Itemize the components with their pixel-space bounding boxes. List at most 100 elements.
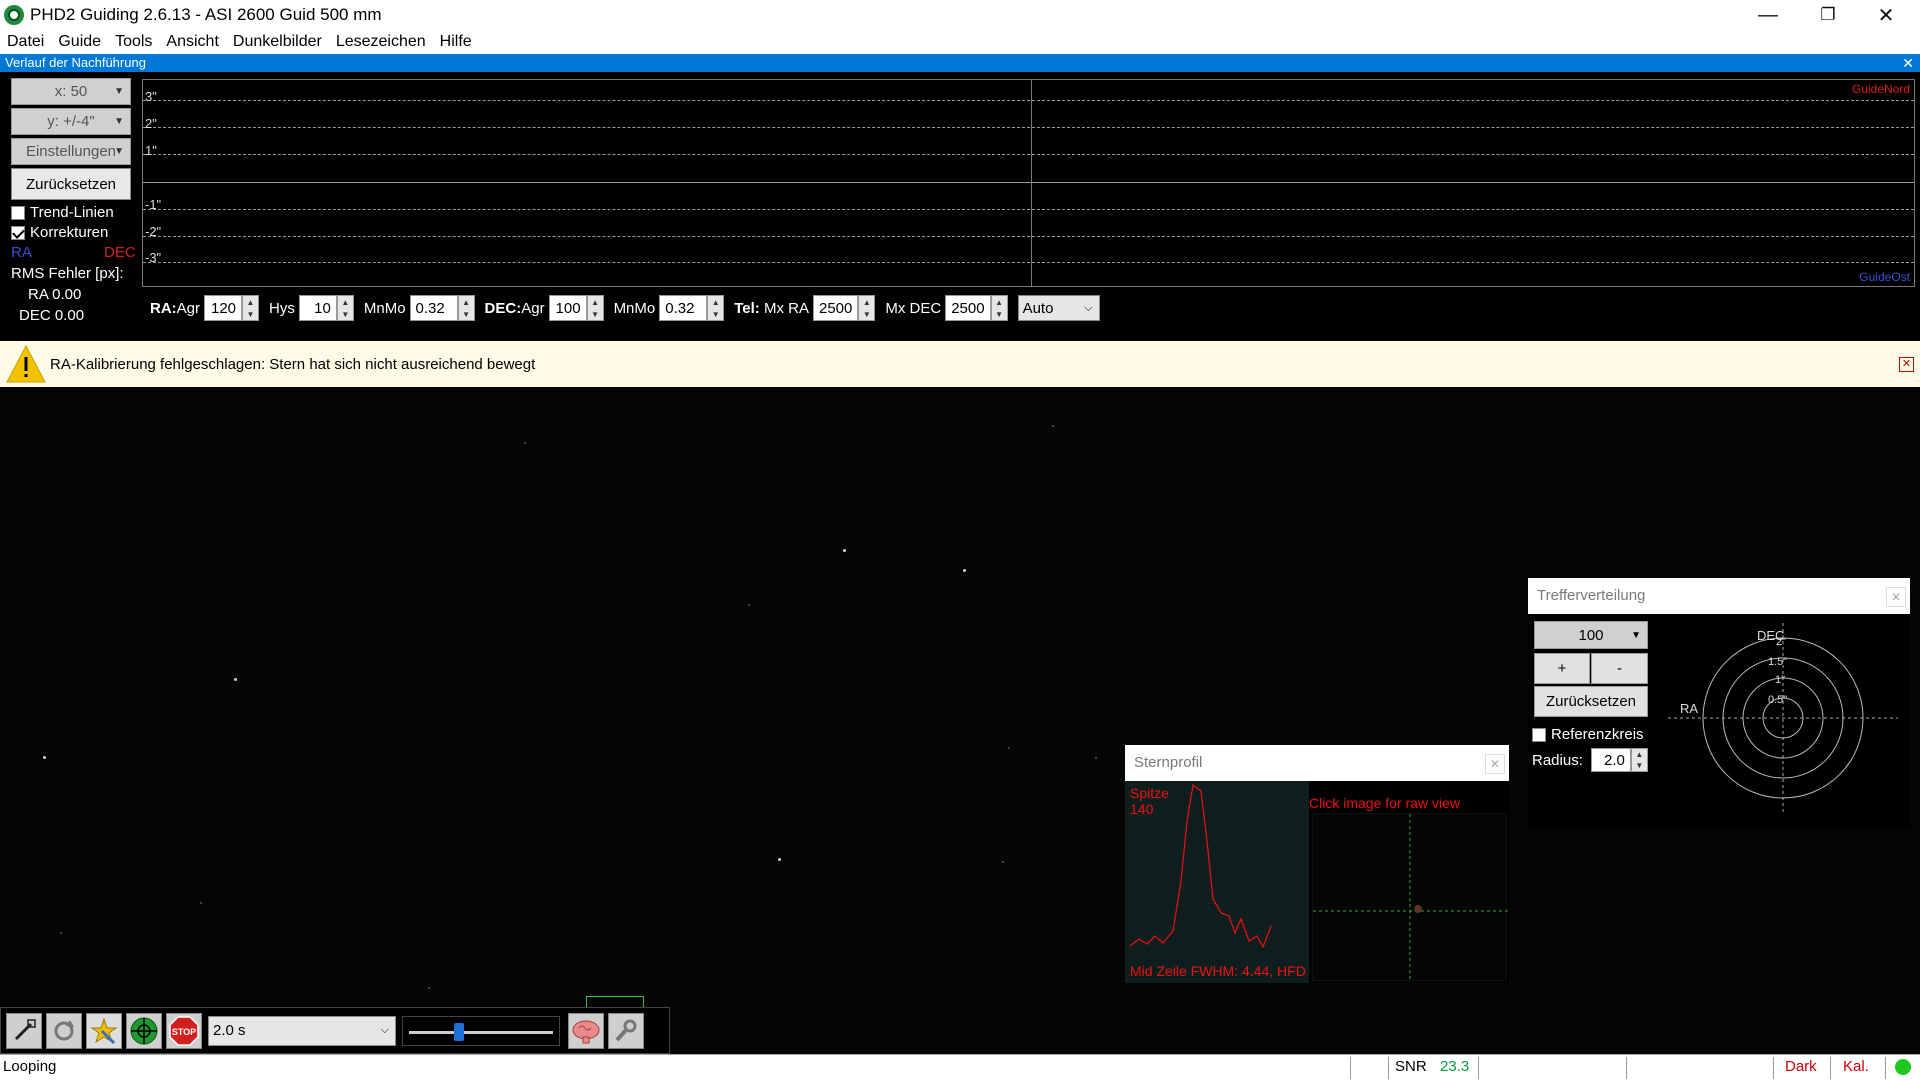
ra-params-label: RA:Agr	[150, 299, 201, 317]
zoom-out-button[interactable]: -	[1591, 653, 1648, 684]
menu-ansicht[interactable]: Ansicht	[159, 33, 225, 51]
spinner-arrows-icon[interactable]: ▲ ▼	[242, 295, 260, 321]
target-view-title-bar: Trefferverteilung ✕	[1528, 578, 1910, 614]
gamma-slider[interactable]	[402, 1015, 560, 1046]
radius-spinner[interactable]: 2.0 ▲ ▼	[1590, 748, 1648, 772]
spinner-arrows-icon[interactable]: ▲ ▼	[586, 295, 604, 321]
star	[748, 604, 750, 606]
raw-view-hint: Click image for raw view	[1309, 795, 1460, 811]
gridline-minus-3	[143, 262, 1914, 263]
dec-guide-mode-select[interactable]: Auto ⌵	[1017, 295, 1100, 321]
stop-button[interactable]: STOP	[166, 1012, 202, 1049]
dec-aggressiveness-value[interactable]: 100	[548, 295, 587, 321]
gridline-minus-1	[143, 209, 1914, 210]
wrench-icon	[615, 1019, 637, 1041]
menu-dunkelbilder[interactable]: Dunkelbilder	[226, 33, 329, 51]
menu-lesezeichen[interactable]: Lesezeichen	[329, 33, 433, 51]
status-divider	[1626, 1057, 1627, 1079]
star-raw-view[interactable]: Click image for raw view	[1309, 781, 1509, 983]
reference-circle-checkbox[interactable]	[1532, 727, 1546, 742]
reference-circle-checkbox-row[interactable]: Referenzkreis	[1532, 726, 1644, 743]
settings-dropdown[interactable]: Einstellungen ▼	[11, 138, 131, 165]
star-zoom-image[interactable]	[1312, 813, 1508, 982]
dec-aggressiveness-spinner[interactable]: 100 ▲ ▼	[548, 295, 604, 321]
gamma-slider-thumb[interactable]	[453, 1022, 464, 1041]
menu-hilfe[interactable]: Hilfe	[433, 33, 479, 51]
star	[43, 756, 46, 759]
target-view-title: Trefferverteilung	[1537, 587, 1646, 604]
menu-guide[interactable]: Guide	[51, 33, 108, 51]
dark-library-indicator: Dark	[1785, 1058, 1817, 1075]
star	[1002, 861, 1004, 863]
ra-aggressiveness-value[interactable]: 120	[204, 295, 243, 321]
x-scale-dropdown[interactable]: x: 50 ▼	[11, 78, 131, 105]
menu-tools[interactable]: Tools	[108, 33, 159, 51]
star	[963, 569, 966, 572]
ra-axis-label: RA	[1680, 701, 1698, 716]
target-view-close-icon[interactable]: ✕	[1886, 587, 1906, 607]
ra-min-move-spinner[interactable]: 0.32 ▲ ▼	[409, 295, 475, 321]
x-scale-value: x: 50	[54, 83, 88, 100]
status-divider	[1478, 1057, 1479, 1079]
advanced-settings-button[interactable]	[568, 1012, 604, 1049]
max-dec-duration-value[interactable]: 2500	[945, 295, 991, 321]
spinner-arrows-icon[interactable]: ▲ ▼	[858, 295, 876, 321]
hysteresis-spinner[interactable]: 10 ▲ ▼	[298, 295, 354, 321]
guide-button[interactable]	[126, 1012, 162, 1049]
ra-min-move-value[interactable]: 0.32	[409, 295, 458, 321]
target-point-count-dropdown[interactable]: 100 ▼	[1534, 621, 1648, 649]
graph-panel-close-icon[interactable]: ✕	[1902, 54, 1914, 72]
ra-legend: RA	[11, 244, 32, 261]
y-scale-value: y: +/-4"	[47, 113, 95, 130]
main-toolbar: STOP 2.0 s ⌵	[0, 1007, 670, 1054]
spinner-arrows-icon[interactable]: ▲ ▼	[336, 295, 354, 321]
ra-aggressiveness-spinner[interactable]: 120 ▲ ▼	[204, 295, 260, 321]
trend-lines-label: Trend-Linien	[30, 204, 114, 221]
max-ra-duration-value[interactable]: 2500	[812, 295, 859, 321]
y-scale-dropdown[interactable]: y: +/-4" ▼	[11, 108, 131, 135]
trend-lines-checkbox-row[interactable]: Trend-Linien	[11, 204, 114, 221]
usb-connect-button[interactable]	[6, 1012, 42, 1049]
menu-bar: Datei Guide Tools Ansicht Dunkelbilder L…	[0, 30, 1920, 54]
dec-min-move-spinner[interactable]: 0.32 ▲ ▼	[659, 295, 725, 321]
loop-button[interactable]	[46, 1012, 82, 1049]
spinner-arrows-icon[interactable]: ▲ ▼	[1630, 748, 1648, 772]
alert-close-button[interactable]: ✕	[1899, 357, 1914, 372]
auto-select-star-icon	[90, 1016, 118, 1044]
max-ra-duration-spinner[interactable]: 2500 ▲ ▼	[812, 295, 876, 321]
star-profile-close-icon[interactable]: ✕	[1485, 754, 1505, 774]
corrections-checkbox-row[interactable]: Korrekturen	[11, 224, 108, 241]
corrections-checkbox[interactable]	[11, 225, 25, 240]
minimize-button[interactable]: —	[1740, 0, 1796, 30]
spinner-arrows-icon[interactable]: ▲ ▼	[707, 295, 725, 321]
calibration-indicator: Kal.	[1843, 1058, 1869, 1075]
dec-min-move-label: MnMo	[613, 299, 656, 317]
y-tick-label: -3"	[145, 250, 162, 265]
spinner-arrows-icon[interactable]: ▲ ▼	[457, 295, 475, 321]
spinner-arrows-icon[interactable]: ▲ ▼	[990, 295, 1008, 321]
exposure-duration-value: 2.0 s	[213, 1022, 246, 1039]
warning-icon	[5, 344, 47, 384]
max-dec-duration-spinner[interactable]: 2500 ▲ ▼	[945, 295, 1008, 321]
guide-graph-plot[interactable]: 3" 2" 1" -1" -2" -3" GuideNord GuideOst	[142, 79, 1915, 287]
dropdown-arrow-icon: ▼	[114, 86, 124, 97]
close-button[interactable]: ✕	[1858, 0, 1914, 30]
zoom-in-button[interactable]: +	[1534, 653, 1590, 684]
dec-min-move-value[interactable]: 0.32	[659, 295, 708, 321]
hysteresis-value[interactable]: 10	[298, 295, 337, 321]
radius-value[interactable]: 2.0	[1590, 748, 1631, 772]
gridline-zero	[143, 182, 1914, 183]
ring-label-0-5: 0.5"	[1768, 694, 1787, 706]
star	[428, 987, 430, 989]
tools-button[interactable]	[608, 1012, 644, 1049]
exposure-duration-select[interactable]: 2.0 s ⌵	[208, 1015, 396, 1046]
star	[60, 932, 62, 934]
star	[234, 678, 237, 681]
reset-graph-button[interactable]: Zurücksetzen	[11, 168, 131, 200]
maximize-button[interactable]: ❐	[1800, 0, 1856, 30]
trend-lines-checkbox[interactable]	[11, 205, 25, 220]
target-reset-button[interactable]: Zurücksetzen	[1534, 686, 1648, 717]
y-tick-label: 2"	[145, 116, 157, 131]
menu-datei[interactable]: Datei	[0, 33, 51, 51]
auto-select-star-button[interactable]	[86, 1012, 122, 1049]
